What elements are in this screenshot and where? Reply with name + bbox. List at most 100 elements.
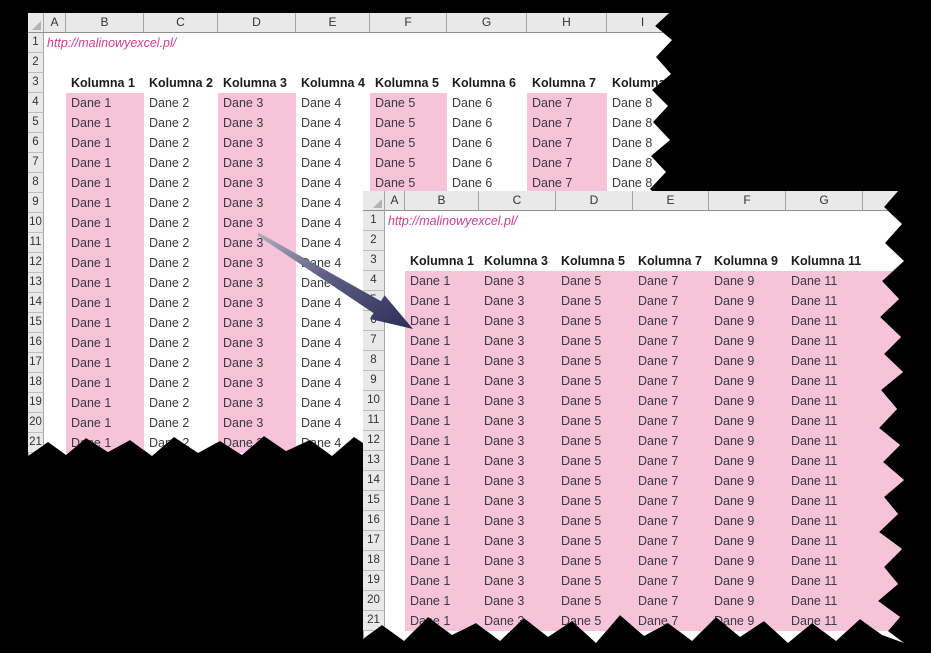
data-cell[interactable]: Dane 2 — [144, 353, 218, 373]
data-cell[interactable]: Dane 9 — [709, 531, 786, 551]
data-cell[interactable]: Dane 9 — [709, 451, 786, 471]
row-number-18[interactable]: 18 — [28, 373, 44, 393]
data-cell[interactable]: Dane 3 — [479, 351, 556, 371]
data-cell[interactable]: Dane 1 — [405, 571, 479, 591]
cell-A20[interactable] — [44, 413, 66, 433]
data-cell[interactable]: Dane 7 — [633, 271, 709, 291]
cell-A19[interactable] — [44, 393, 66, 413]
cell-A5[interactable] — [44, 113, 66, 133]
data-cell[interactable]: Dane 2 — [144, 413, 218, 433]
row-number-13[interactable]: 13 — [28, 273, 44, 293]
data-cell[interactable]: Dane 5 — [556, 511, 633, 531]
data-cell[interactable]: Dane 7 — [633, 531, 709, 551]
cell-A13[interactable] — [44, 273, 66, 293]
cell-A16[interactable] — [44, 333, 66, 353]
data-cell[interactable]: Dane 7 — [633, 331, 709, 351]
data-cell[interactable]: Dane 2 — [144, 93, 218, 113]
column-header-cell[interactable]: Kolumna 2 — [144, 73, 218, 93]
cell-A2[interactable] — [44, 53, 66, 73]
cell-A15[interactable] — [385, 491, 405, 511]
data-cell[interactable]: Dane 3 — [218, 153, 296, 173]
column-letter-G[interactable]: G — [447, 13, 527, 33]
cell-A8[interactable] — [385, 351, 405, 371]
data-cell[interactable]: Dane 6 — [447, 173, 527, 193]
row-number-6[interactable]: 6 — [28, 133, 44, 153]
data-cell[interactable]: Dane 1 — [66, 273, 144, 293]
data-cell[interactable]: Dane 4 — [296, 133, 370, 153]
data-cell[interactable]: Dane 2 — [144, 113, 218, 133]
data-cell[interactable]: Dane 3 — [218, 93, 296, 113]
data-cell[interactable]: Dane 9 — [709, 271, 786, 291]
data-cell[interactable]: Dane 9 — [709, 611, 786, 631]
cell-A10[interactable] — [44, 213, 66, 233]
data-cell[interactable]: Dane 5 — [556, 411, 633, 431]
column-letter-C[interactable]: C — [479, 191, 556, 211]
data-cell[interactable]: Dane 5 — [370, 133, 447, 153]
data-cell[interactable]: Dane 4 — [296, 173, 370, 193]
data-cell[interactable]: Dane 4 — [296, 93, 370, 113]
data-cell[interactable]: Dane 5 — [556, 331, 633, 351]
data-cell[interactable]: Dane 1 — [66, 153, 144, 173]
data-cell[interactable]: Dane 1 — [66, 333, 144, 353]
data-cell[interactable]: Dane 5 — [556, 471, 633, 491]
data-cell[interactable]: Dane 3 — [479, 391, 556, 411]
row-number-9[interactable]: 9 — [363, 371, 385, 391]
data-cell[interactable]: Dane 1 — [405, 531, 479, 551]
column-letter-A[interactable]: A — [385, 191, 405, 211]
data-cell[interactable]: Dane 2 — [144, 293, 218, 313]
data-cell[interactable]: Dane 4 — [296, 393, 370, 413]
data-cell[interactable]: Dane 3 — [479, 371, 556, 391]
column-header-cell[interactable]: Kolumna 1 — [66, 73, 144, 93]
data-cell[interactable]: Dane 11 — [786, 291, 863, 311]
row-number-14[interactable]: 14 — [28, 293, 44, 313]
data-cell[interactable]: Dane 5 — [370, 93, 447, 113]
data-cell[interactable]: Dane 5 — [556, 431, 633, 451]
data-cell[interactable]: Dane 1 — [405, 431, 479, 451]
select-all-corner[interactable] — [28, 13, 44, 33]
column-letter-E[interactable]: E — [633, 191, 709, 211]
data-cell[interactable]: Dane 2 — [144, 273, 218, 293]
data-cell[interactable]: Dane 1 — [66, 293, 144, 313]
row-number-8[interactable]: 8 — [363, 351, 385, 371]
data-cell[interactable]: Dane 9 — [709, 591, 786, 611]
data-cell[interactable]: Dane 5 — [556, 531, 633, 551]
data-cell[interactable]: Dane 7 — [633, 391, 709, 411]
row-number-9[interactable]: 9 — [28, 193, 44, 213]
data-cell[interactable]: Dane 3 — [479, 491, 556, 511]
cell-A16[interactable] — [385, 511, 405, 531]
cell-A11[interactable] — [44, 233, 66, 253]
row-number-2[interactable]: 2 — [28, 53, 44, 73]
data-cell[interactable]: Dane 1 — [405, 591, 479, 611]
data-cell[interactable]: Dane 11 — [786, 531, 863, 551]
row-number-5[interactable]: 5 — [28, 113, 44, 133]
data-cell[interactable]: Dane 3 — [479, 431, 556, 451]
data-cell[interactable]: Dane 6 — [447, 113, 527, 133]
data-cell[interactable]: Dane 7 — [633, 291, 709, 311]
row-number-16[interactable]: 16 — [363, 511, 385, 531]
data-cell[interactable]: Dane 11 — [786, 311, 863, 331]
row-number-20[interactable]: 20 — [363, 591, 385, 611]
data-cell[interactable]: Dane 7 — [633, 551, 709, 571]
data-cell[interactable]: Dane 5 — [556, 271, 633, 291]
cell-A15[interactable] — [44, 313, 66, 333]
data-cell[interactable]: Dane 7 — [527, 173, 607, 193]
data-cell[interactable]: Dane 9 — [709, 411, 786, 431]
data-cell[interactable]: Dane 2 — [144, 173, 218, 193]
data-cell[interactable]: Dane 1 — [66, 393, 144, 413]
column-letter-C[interactable]: C — [144, 13, 218, 33]
data-cell[interactable]: Dane 1 — [66, 213, 144, 233]
data-cell[interactable]: Dane 5 — [370, 113, 447, 133]
column-header-cell[interactable]: Kolumna 3 — [218, 73, 296, 93]
column-letter-D[interactable]: D — [556, 191, 633, 211]
data-cell[interactable]: Dane 6 — [447, 153, 527, 173]
data-cell[interactable]: Dane 3 — [479, 291, 556, 311]
data-cell[interactable]: Dane 11 — [786, 331, 863, 351]
data-cell[interactable]: Dane 5 — [556, 371, 633, 391]
data-cell[interactable]: Dane 1 — [66, 193, 144, 213]
data-cell[interactable]: Dane 8 — [607, 153, 679, 173]
data-cell[interactable]: Dane 9 — [709, 571, 786, 591]
cell-A19[interactable] — [385, 571, 405, 591]
data-cell[interactable]: Dane 1 — [66, 133, 144, 153]
data-cell[interactable]: Dane 3 — [218, 133, 296, 153]
cell-A7[interactable] — [44, 153, 66, 173]
